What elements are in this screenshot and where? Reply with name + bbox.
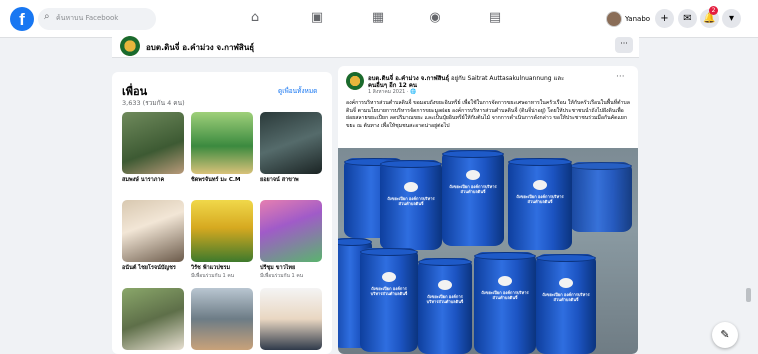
friend-tile[interactable]: ชิดพรจันทร์ มะ C.M (191, 112, 253, 184)
friend-tile[interactable]: สมพงษ์ นาราภาค (122, 112, 184, 184)
friend-tile[interactable]: อนันต์ ไชยโรจน์บัญชร (122, 200, 184, 272)
barrel (570, 162, 632, 232)
messenger-icon[interactable]: ✉ (678, 9, 697, 28)
watch-icon[interactable]: ▣ (308, 9, 326, 27)
top-navigation-bar: f ⌕ ค้นหาบน Facebook ⌂ ▣ ▦ ◉ ▤ Yanabo + … (0, 0, 758, 38)
friend-tile[interactable]: ยอยาจน์ สาขาพ (260, 112, 322, 184)
page-scrollbar[interactable] (744, 38, 754, 354)
friend-photo (260, 200, 322, 262)
friend-tile[interactable] (122, 288, 184, 350)
post-card: อบต.ดินจี่ อ.คำม่วง จ.กาฬสินธุ์ อยู่กับ … (338, 66, 638, 354)
notification-badge: 2 (709, 6, 718, 15)
friend-tile[interactable]: วิรัช ฟ้าแวปชรม มีเพื่อนร่วมกัน 1 คน (191, 200, 253, 280)
barrel: ถังขยะเปียก องค์การบริหารส่วนตำบลดินจี่ (442, 150, 504, 246)
profile-name: Yanabo (625, 15, 651, 23)
friends-card: เพื่อน 3,633 (รวมกัน 4 คน) ดูเพื่อนทั้งห… (112, 72, 332, 354)
barrel: ถังขยะเปียก องค์การบริหารส่วนตำบลดินจี่ (380, 160, 442, 250)
friend-photo (260, 288, 322, 350)
search-input[interactable]: ⌕ ค้นหาบน Facebook (38, 8, 156, 30)
post-more-button[interactable]: ··· (616, 72, 625, 82)
page-name[interactable]: อบต.ดินจี่ อ.คำม่วง จ.กาฬสินธุ์ (146, 41, 254, 54)
friend-photo (122, 112, 184, 174)
friend-photo (122, 288, 184, 350)
friend-name[interactable]: ปรีชุม ขาวไทย (260, 264, 322, 272)
friends-count: 3,633 (รวมกัน 4 คน) (122, 99, 185, 107)
friend-tile[interactable] (191, 288, 253, 350)
page-more-button[interactable]: ··· (615, 37, 633, 53)
home-icon[interactable]: ⌂ (246, 9, 264, 27)
friend-name[interactable]: อนันต์ ไชยโรจน์บัญชร (122, 264, 184, 272)
search-icon: ⌕ (44, 11, 50, 22)
post-with-text[interactable]: อยู่กับ Saitrat Auttasakulnuannung และ (451, 75, 564, 82)
friend-tile[interactable]: ปรีชุม ขาวไทย มีเพื่อนร่วมกัน 1 คน (260, 200, 322, 280)
friend-mutual: มีเพื่อนร่วมกัน 1 คน (191, 273, 235, 279)
post-author-avatar[interactable] (346, 72, 364, 90)
page-header: อบต.ดินจี่ อ.คำม่วง จ.กาฬสินธุ์ ··· (112, 34, 639, 58)
friend-photo (191, 200, 253, 262)
friend-tile[interactable] (260, 288, 322, 350)
friend-name[interactable]: ชิดพรจันทร์ มะ C.M (191, 176, 253, 184)
friend-name[interactable]: สมพงษ์ นาราภาค (122, 176, 184, 184)
post-photo[interactable]: ถังขยะเปียก องค์การบริหารส่วนตำบลดินจี่ … (338, 148, 638, 354)
search-placeholder: ค้นหาบน Facebook (56, 14, 119, 22)
profile-chip[interactable]: Yanabo (606, 9, 650, 29)
friend-name[interactable]: วิรัช ฟ้าแวปชรม (191, 264, 253, 272)
post-body: องค์การบริหารส่วนตำบลดินจี่ ขอมอบถังขยะอ… (346, 100, 630, 129)
new-message-icon[interactable]: ✎ (712, 322, 738, 348)
barrel: ถังขยะเปียก องค์การบริหารส่วนตำบลดินจี่ (508, 158, 572, 250)
friend-mutual: มีเพื่อนร่วมกัน 1 คน (260, 273, 304, 279)
friend-photo (260, 112, 322, 174)
see-all-friends-link[interactable]: ดูเพื่อนทั้งหมด (278, 86, 317, 96)
facebook-logo[interactable]: f (10, 7, 34, 31)
friend-photo (191, 112, 253, 174)
barrel: ถังขยะเปียก องค์การบริหารส่วนตำบลดินจี่ (360, 248, 418, 352)
friend-photo (191, 288, 253, 350)
page-avatar[interactable] (120, 36, 140, 56)
scrollbar-thumb[interactable] (746, 288, 751, 302)
groups-icon[interactable]: ◉ (426, 9, 444, 27)
barrel: ถังขยะเปียก องค์การบริหารส่วนตำบลดินจี่ (418, 258, 472, 354)
avatar (606, 11, 622, 27)
post-date[interactable]: 1 สิงหาคม 2021 · 🌐 (368, 88, 416, 96)
marketplace-icon[interactable]: ▦ (369, 9, 387, 27)
barrel: ถังขยะเปียก องค์การบริหารส่วนตำบลดินจี่ (536, 254, 596, 354)
account-menu-chevron-icon[interactable]: ▾ (722, 9, 741, 28)
friend-photo (122, 200, 184, 262)
create-button[interactable]: + (655, 9, 674, 28)
gaming-icon[interactable]: ▤ (486, 9, 504, 27)
friend-name[interactable]: ยอยาจน์ สาขาพ (260, 176, 322, 184)
barrel: ถังขยะเปียก องค์การบริหารส่วนตำบลดินจี่ (474, 252, 536, 354)
